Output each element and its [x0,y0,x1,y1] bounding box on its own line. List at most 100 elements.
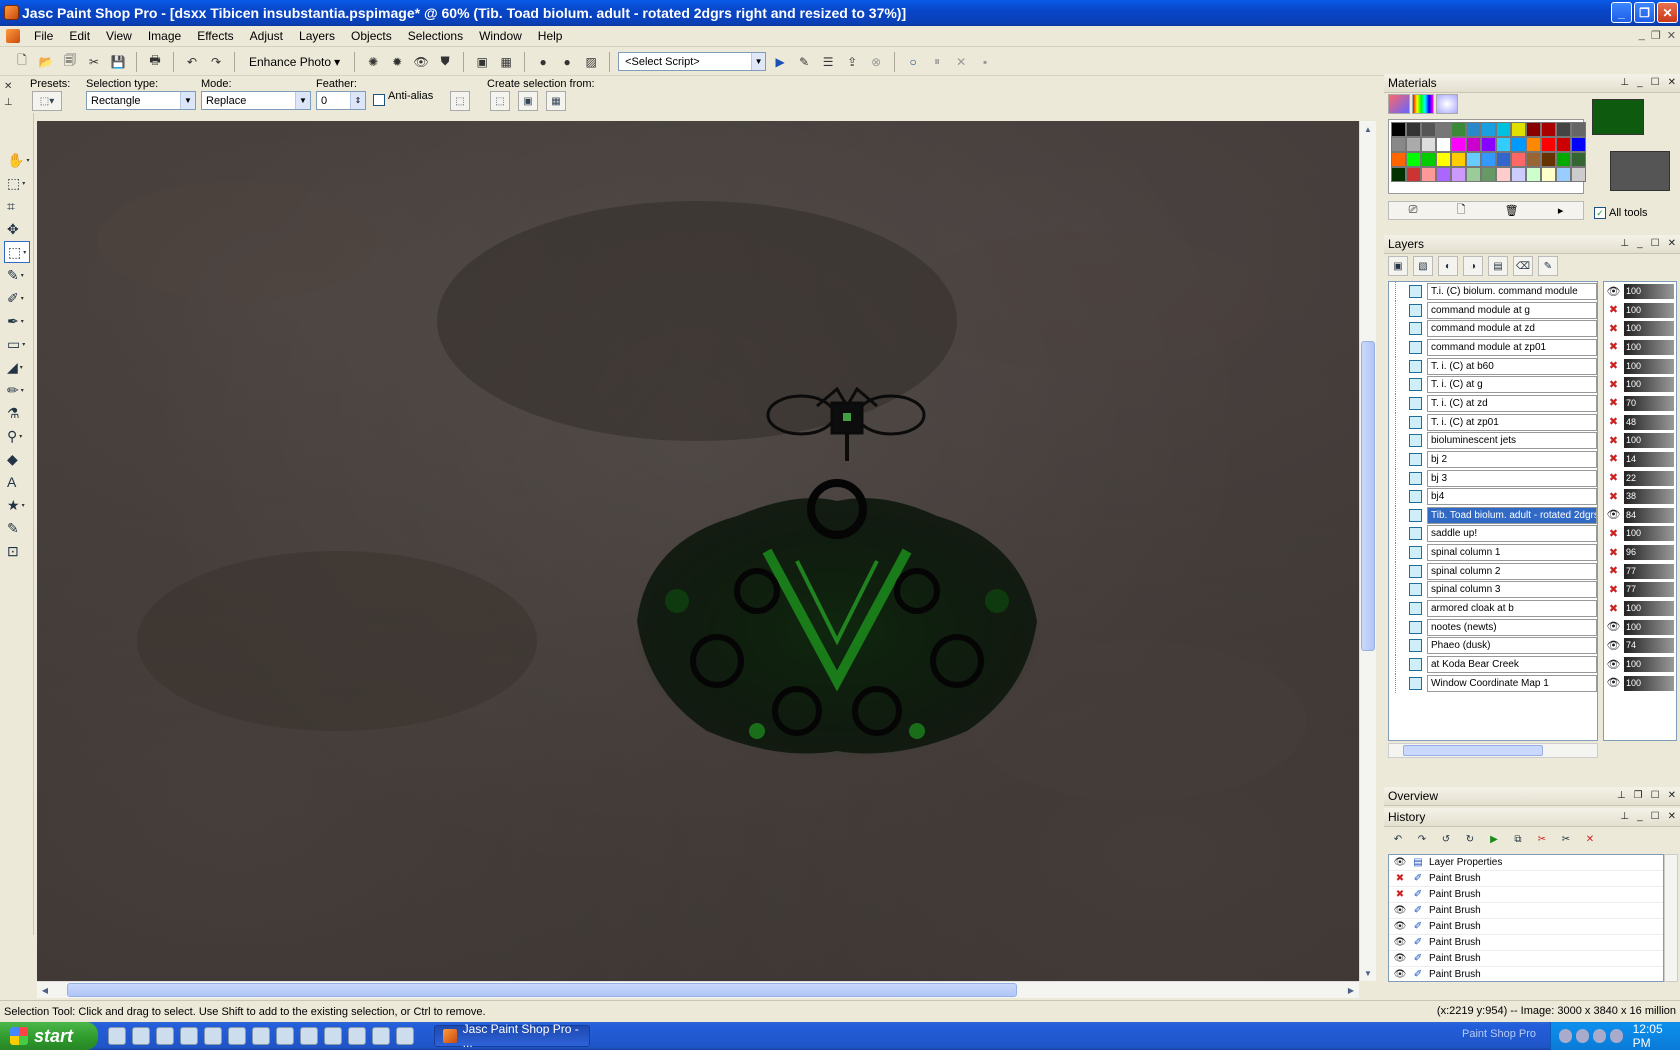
color-swatch[interactable] [1436,137,1451,152]
film-icon[interactable]: ▦ [496,52,516,72]
scroll-right-icon[interactable]: ▶ [1344,983,1358,997]
scan-icon[interactable]: ✂ [84,52,104,72]
color-swatch[interactable] [1526,137,1541,152]
pin-icon[interactable]: ⊥ [1620,811,1629,822]
start-button[interactable]: start [0,1022,98,1050]
close-button[interactable]: ✕ [1657,2,1678,23]
tab-rainbow-icon[interactable] [1412,94,1434,114]
clear-history-icon[interactable]: ✂ [1532,829,1552,849]
selection-from-layer-icon[interactable]: ▣ [518,91,538,111]
layer-row[interactable]: T. i. (C) at g [1389,375,1597,395]
text-tool-icon[interactable]: A [4,471,30,493]
auto-fix-icon[interactable]: ✹ [387,52,407,72]
color-swatch[interactable] [1526,152,1541,167]
color-swatch[interactable] [1391,137,1406,152]
history-item[interactable]: 👁 ▤ Layer Properties [1389,855,1663,871]
visibility-eye-icon[interactable]: 👁 [1606,640,1621,652]
hidden-layer-icon[interactable]: ✖ [1606,323,1621,335]
layer-row[interactable]: bj 2 [1389,449,1597,469]
opacity-slider[interactable]: 100 [1624,358,1674,374]
selection-from-all-icon[interactable]: ▦ [546,91,566,111]
color-swatch[interactable] [1556,137,1571,152]
visibility-eye-icon[interactable]: 👁 [1393,937,1407,948]
presets-dropdown[interactable]: ⬚▾ [32,91,62,111]
background-color-swatch[interactable] [1610,151,1670,191]
color-swatch[interactable] [1406,137,1421,152]
menu-window[interactable]: Window [471,29,530,43]
preset-shape-tool-icon[interactable]: ★ ▾ [4,494,30,516]
color-swatch[interactable] [1571,122,1586,137]
all-tools-toggle[interactable]: ✓ All tools [1594,207,1648,219]
menu-objects[interactable]: Objects [343,29,400,43]
layer-name[interactable]: spinal column 3 [1427,581,1597,599]
layer-row[interactable]: command module at zp01 [1389,337,1597,357]
zoom-tool-icon[interactable]: ⬚ ▾ [4,172,30,194]
color-swatch[interactable] [1496,137,1511,152]
opacity-slider[interactable]: 100 [1624,601,1674,617]
lighten-tool-icon[interactable]: ▭ ▾ [4,333,30,355]
image-canvas[interactable] [37,121,1359,981]
all-tools-checkbox[interactable]: ✓ [1594,207,1606,219]
layer-name[interactable]: T. i. (C) at zp01 [1427,413,1597,431]
hidden-layer-icon[interactable]: ✖ [1606,584,1621,596]
browse-icon[interactable]: 🗐 [60,52,80,72]
color-swatch[interactable] [1481,122,1496,137]
color-swatch[interactable] [1421,152,1436,167]
quicklaunch-search-icon[interactable] [324,1027,342,1045]
visibility-eye-icon[interactable]: 👁 [1606,659,1621,671]
scroll-thumb[interactable] [1361,341,1375,651]
quicklaunch-chrome-icon[interactable] [252,1027,270,1045]
hidden-layer-icon[interactable]: ✖ [1606,603,1621,615]
palette-grip-icon[interactable]: ✕ ⊥ [4,79,13,111]
layer-properties-icon[interactable]: ✎ [1538,256,1558,276]
photo-icon[interactable]: ▣ [472,52,492,72]
minimize-icon[interactable]: _ [1637,77,1643,88]
scroll-left-icon[interactable]: ◀ [38,983,52,997]
color-swatch[interactable] [1541,167,1556,182]
move-tool-icon[interactable]: ✥ [4,218,30,240]
redo-icon[interactable]: ↷ [206,52,226,72]
menu-adjust[interactable]: Adjust [242,29,291,43]
history-list[interactable]: 👁 ▤ Layer Properties ✖ ✐ Paint Brush ✖ ✐ Paint B… [1388,854,1664,982]
new-vector-layer-icon[interactable]: ▧ [1413,256,1433,276]
layer-name[interactable]: bj 2 [1427,450,1597,468]
layer-name[interactable]: command module at g [1427,301,1597,319]
close-icon[interactable]: ✕ [1668,238,1676,249]
layer-properties-column[interactable]: 👁 100 ✖ 100 ✖ 100 ✖ 100 ✖ 100 ✖ 100 ✖ 70 ✖ 48 ✖ 100 ✖ 14 ✖ 22… [1603,281,1677,741]
opacity-slider[interactable]: 100 [1624,619,1674,635]
hidden-layer-icon[interactable]: ✖ [1606,379,1621,391]
opacity-slider[interactable]: 96 [1624,545,1674,561]
crop-tool-icon[interactable]: ⌗ [4,195,30,217]
menu-help[interactable]: Help [530,29,571,43]
select-none-icon[interactable]: ⬚ [450,91,470,111]
hidden-layer-icon[interactable]: ✖ [1606,453,1621,465]
visibility-eye-icon[interactable]: 👁 [1393,953,1407,964]
hidden-layer-icon[interactable]: ✖ [1606,547,1621,559]
script-select[interactable]: <Select Script> ▼ [618,52,767,71]
color-swatch[interactable] [1541,137,1556,152]
minimize-icon[interactable]: _ [1637,238,1643,249]
quicklaunch-desktop-icon[interactable] [156,1027,174,1045]
minimize-button[interactable]: _ [1611,2,1632,23]
menu-image[interactable]: Image [140,29,189,43]
document-icon[interactable] [6,29,20,43]
layer-name[interactable]: spinal column 1 [1427,544,1597,562]
selection-tool-icon[interactable]: ⬚ ▾ [4,241,30,263]
opacity-slider[interactable]: 48 [1624,414,1674,430]
quicklaunch-sun-icon[interactable] [300,1027,318,1045]
tray-volume-icon[interactable] [1609,1029,1623,1043]
color-swatch[interactable] [1466,122,1481,137]
image-icon[interactable]: ▨ [581,52,601,72]
quicklaunch-game2-icon[interactable] [396,1027,414,1045]
paint-brush-tool-icon[interactable]: ✐ ▾ [4,287,30,309]
pin-icon[interactable]: ⊥ [1620,77,1629,88]
tab-swatches-icon[interactable] [1436,94,1458,114]
quicklaunch-globe-icon[interactable] [348,1027,366,1045]
new-file-icon[interactable]: 🗋 [12,52,32,72]
opacity-slider[interactable]: 74 [1624,638,1674,654]
tray-app-label[interactable]: Paint Shop Pro [1462,1028,1536,1040]
maximize-icon[interactable]: ☐ [1651,811,1660,822]
color-swatch[interactable] [1436,122,1451,137]
anti-alias-checkbox[interactable] [373,94,385,106]
delete-layer-icon[interactable]: ⌫ [1513,256,1533,276]
